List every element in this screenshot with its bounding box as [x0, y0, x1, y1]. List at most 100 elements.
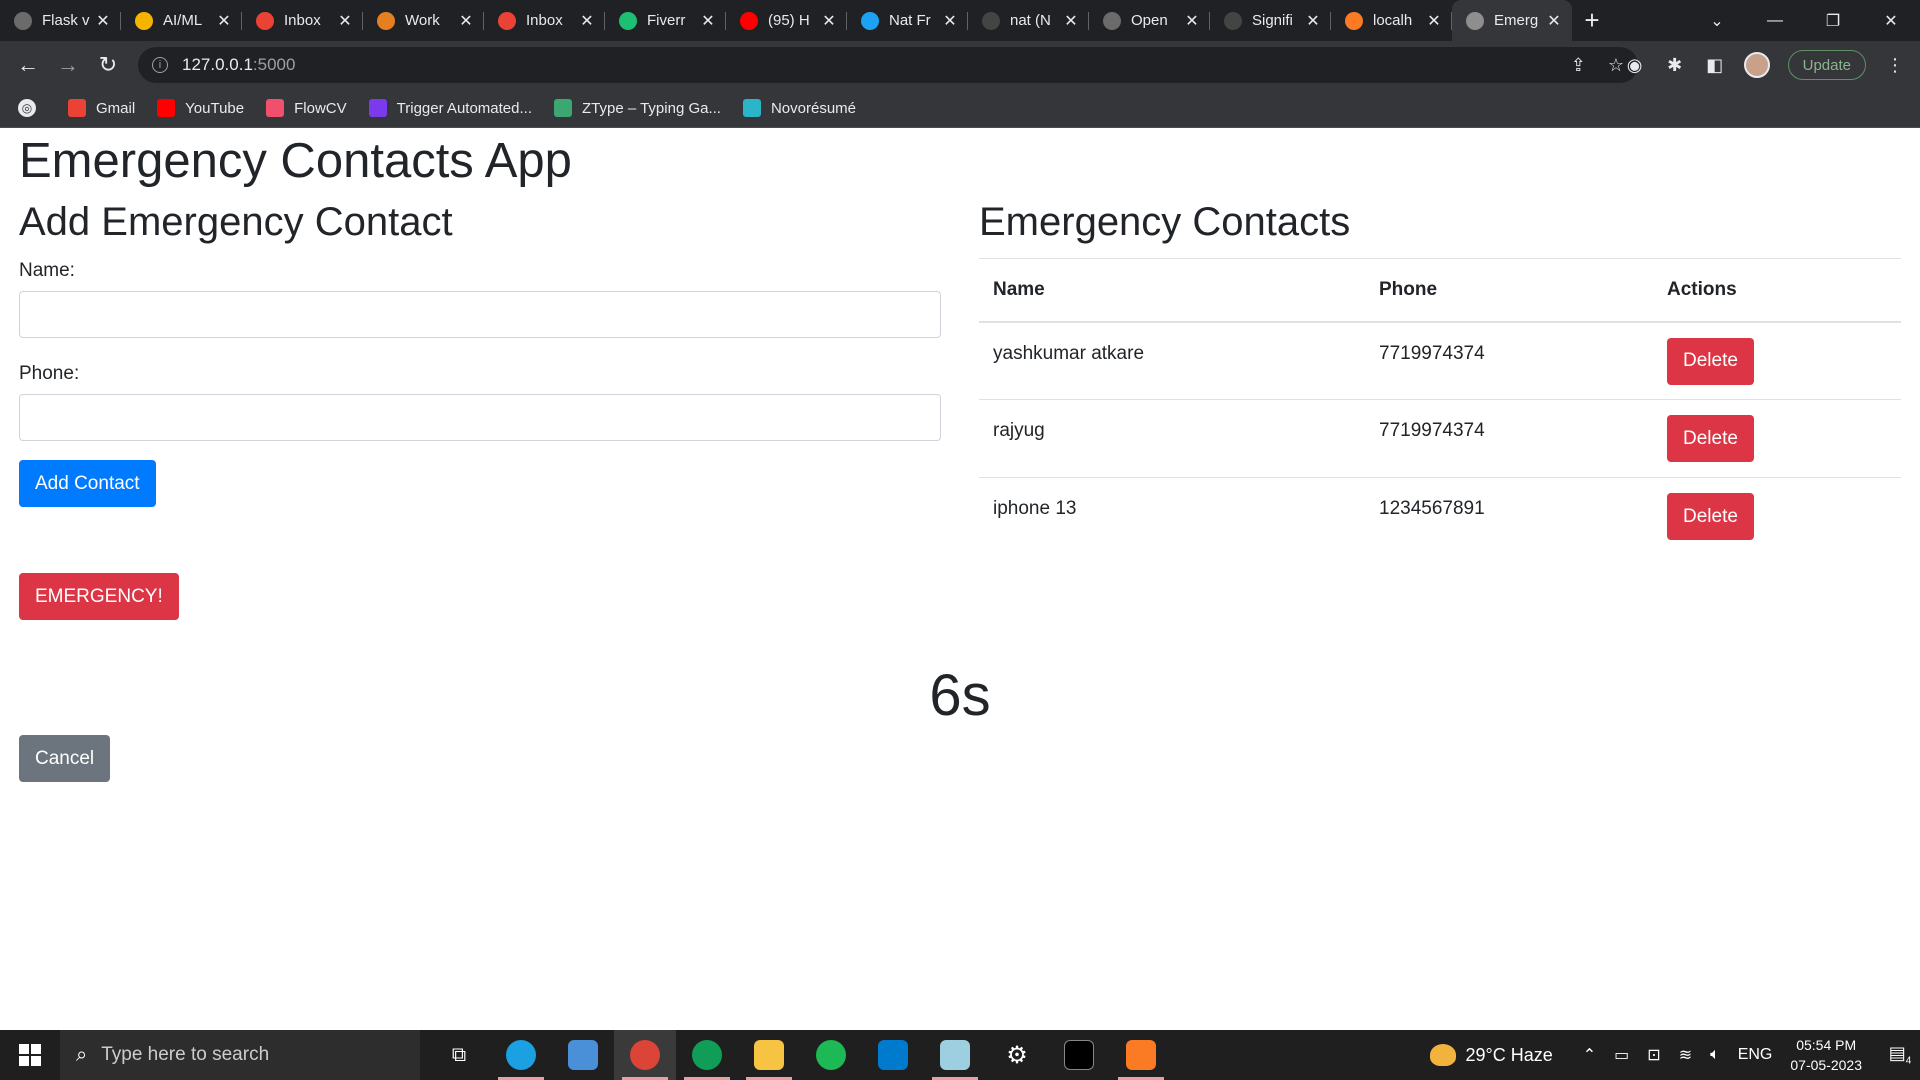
terminal-app-icon[interactable]	[1048, 1030, 1110, 1080]
xampp-app-icon[interactable]	[1110, 1030, 1172, 1080]
bookmark-item[interactable]: Novorésumé	[742, 99, 856, 117]
browser-tab[interactable]: Emerg ✕	[1452, 0, 1572, 41]
browser-tab[interactable]: localh ✕	[1331, 0, 1452, 41]
close-tab-icon[interactable]: ✕	[1184, 11, 1200, 31]
cancel-button[interactable]: Cancel	[19, 735, 111, 782]
close-tab-icon[interactable]: ✕	[95, 11, 111, 31]
language-indicator[interactable]: ENG	[1738, 1046, 1773, 1064]
bookmark-item[interactable]: FlowCV	[266, 99, 347, 117]
pinned-apps: ⧉ ⚙	[428, 1030, 1172, 1080]
close-tab-icon[interactable]: ✕	[1063, 11, 1079, 31]
add-contact-button[interactable]: Add Contact	[19, 460, 156, 507]
delete-button[interactable]: Delete	[1667, 337, 1754, 385]
close-tab-icon[interactable]: ✕	[579, 11, 595, 31]
xampp-icon	[1345, 11, 1363, 30]
webcam-icon[interactable]: ⊡	[1647, 1045, 1660, 1065]
close-tab-icon[interactable]: ✕	[216, 11, 232, 31]
close-tab-icon[interactable]: ✕	[821, 11, 837, 31]
notes-app-icon[interactable]	[924, 1030, 986, 1080]
page-title: Emergency Contacts App	[19, 134, 572, 188]
phone-input[interactable]	[19, 394, 941, 441]
more-menu-icon[interactable]: ⋮	[1884, 55, 1906, 76]
weather-widget[interactable]: 29°C Haze	[1429, 1044, 1553, 1066]
notification-center-icon[interactable]: ▤4	[1880, 1043, 1920, 1067]
apps-globe-icon[interactable]: ◎	[18, 99, 46, 117]
browser-tab[interactable]: Open ✕	[1089, 0, 1210, 41]
clock[interactable]: 05:54 PM 07-05-2023	[1790, 1035, 1862, 1075]
name-input[interactable]	[19, 291, 941, 338]
browser-toolbar: ← → ↻ i 127.0.0.1:5000 ⇪ ☆ ◉ ✱ ◧ Update …	[0, 41, 1920, 89]
vscode-app-icon[interactable]	[862, 1030, 924, 1080]
close-tab-icon[interactable]: ✕	[337, 11, 353, 31]
clock-date: 07-05-2023	[1790, 1057, 1862, 1073]
volume-icon[interactable]: 🔈︎	[1710, 1046, 1720, 1064]
close-tab-icon[interactable]: ✕	[700, 11, 716, 31]
share-icon[interactable]: ⇪	[1571, 55, 1586, 76]
file-explorer-app-icon[interactable]	[738, 1030, 800, 1080]
work-icon	[377, 11, 395, 30]
task-view-icon[interactable]: ⧉	[428, 1030, 490, 1080]
profile-avatar[interactable]	[1743, 52, 1770, 78]
browser-tab[interactable]: Flask v ✕	[0, 0, 121, 41]
file-transfer-app-icon[interactable]	[552, 1030, 614, 1080]
gmail-icon	[68, 99, 86, 117]
chrome-app-icon[interactable]	[614, 1030, 676, 1080]
wifi-icon[interactable]: ≋	[1679, 1045, 1692, 1065]
chevron-up-icon[interactable]: ⌃	[1583, 1045, 1596, 1065]
taskbar-search[interactable]: ⌕ Type here to search	[60, 1030, 420, 1080]
close-tab-icon[interactable]: ✕	[1546, 11, 1562, 31]
browser-tab[interactable]: Signifi ✕	[1210, 0, 1331, 41]
settings-gear-icon[interactable]: ⚙	[986, 1030, 1048, 1080]
restore-button[interactable]: ❐	[1804, 11, 1862, 31]
side-panel-icon[interactable]: ◧	[1704, 55, 1726, 76]
close-tab-icon[interactable]: ✕	[1305, 11, 1321, 31]
browser-tab[interactable]: Fiverr ✕	[605, 0, 726, 41]
bookmark-item[interactable]: Trigger Automated...	[368, 99, 532, 117]
delete-button[interactable]: Delete	[1667, 493, 1754, 540]
browser-tab[interactable]: Work ✕	[363, 0, 484, 41]
browser-tab[interactable]: nat (N ✕	[968, 0, 1089, 41]
bookmark-label: Trigger Automated...	[396, 99, 532, 117]
address-bar[interactable]: i 127.0.0.1:5000 ⇪ ☆	[138, 47, 1638, 83]
close-tab-icon[interactable]: ✕	[1426, 11, 1442, 31]
site-info-icon[interactable]: i	[152, 57, 168, 73]
tab-strip: Flask v ✕ AI/ML ✕ Inbox ✕ Work ✕ Inbox ✕ Fiverr ✕ (9…	[0, 0, 1920, 41]
browser-tab[interactable]: AI/ML ✕	[121, 0, 242, 41]
contact-phone: 7719974374	[1365, 321, 1653, 400]
delete-button[interactable]: Delete	[1667, 415, 1754, 462]
close-window-button[interactable]: ✕	[1862, 11, 1920, 31]
bookmark-item[interactable]: YouTube	[157, 99, 244, 117]
spotify-app-icon[interactable]	[800, 1030, 862, 1080]
battery-icon[interactable]: ▭	[1614, 1045, 1629, 1065]
window-controls: ⌄ — ❐ ✕	[1688, 0, 1920, 41]
windows-taskbar: ⌕ Type here to search ⧉ ⚙ 29°C Haze ⌃ ▭ …	[0, 1030, 1920, 1080]
edge-app-icon[interactable]	[490, 1030, 552, 1080]
back-arrow-icon[interactable]: ←	[8, 52, 48, 78]
close-tab-icon[interactable]: ✕	[458, 11, 474, 31]
extensions-puzzle-icon[interactable]: ✱	[1664, 55, 1686, 76]
bookmark-label: ZType – Typing Ga...	[582, 99, 721, 117]
new-tab-button[interactable]: +	[1572, 0, 1612, 41]
chrome-profile-app-icon[interactable]	[676, 1030, 738, 1080]
forward-arrow-icon[interactable]: →	[48, 52, 88, 78]
bookmark-item[interactable]: ZType – Typing Ga...	[554, 99, 721, 117]
tab-search-icon[interactable]: ⌄	[1688, 11, 1746, 31]
contacts-heading: Emergency Contacts	[979, 200, 1351, 244]
update-button[interactable]: Update	[1787, 50, 1866, 80]
tab-title: AI/ML	[163, 12, 203, 29]
browser-tab[interactable]: Nat Fr ✕	[847, 0, 968, 41]
grammarly-extension-icon[interactable]: ◉	[1624, 55, 1646, 76]
search-icon: ⌕	[76, 1043, 88, 1066]
haze-weather-icon	[1429, 1044, 1456, 1066]
emergency-button[interactable]: EMERGENCY!	[19, 573, 179, 620]
close-tab-icon[interactable]: ✕	[942, 11, 958, 31]
browser-tab[interactable]: Inbox ✕	[242, 0, 363, 41]
reload-icon[interactable]: ↻	[88, 52, 128, 78]
browser-tab[interactable]: Inbox ✕	[484, 0, 605, 41]
start-button[interactable]	[0, 1030, 60, 1080]
bookmark-star-icon[interactable]: ☆	[1608, 55, 1624, 76]
browser-tab[interactable]: (95) H ✕	[726, 0, 847, 41]
bookmark-item[interactable]: Gmail	[68, 99, 135, 117]
tab-title: Open	[1131, 12, 1168, 29]
minimize-button[interactable]: —	[1746, 12, 1804, 30]
